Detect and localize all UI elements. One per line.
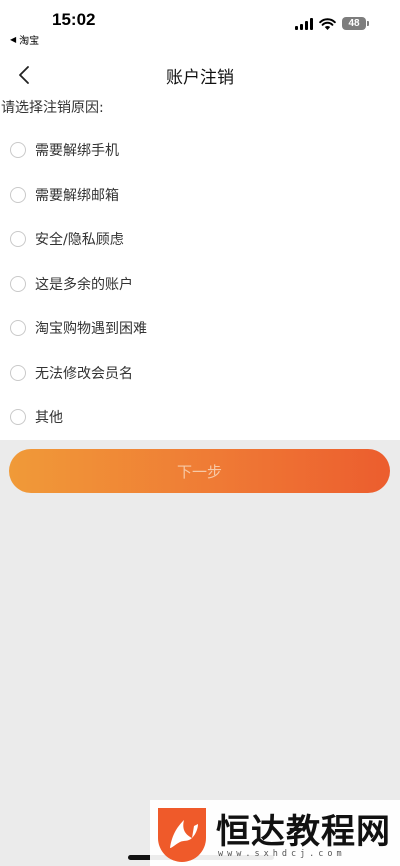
next-step-button[interactable]: 下一步: [9, 449, 390, 493]
battery-icon: 48: [342, 17, 369, 30]
watermark-url: www.sxhdcj.com: [218, 849, 346, 859]
radio-button[interactable]: [10, 275, 26, 292]
reason-option-shopping-difficulty[interactable]: 淘宝购物遇到困难: [0, 306, 400, 351]
radio-button[interactable]: [10, 142, 26, 159]
watermark-text: 恒达教程网: [216, 812, 391, 852]
reason-prompt: 请选择注销原因:: [1, 100, 104, 116]
reason-option-redundant-account[interactable]: 这是多余的账户: [0, 262, 400, 307]
option-label: 淘宝购物遇到困难: [35, 321, 147, 338]
option-label: 需要解绑邮箱: [35, 187, 119, 204]
watermark-logo-icon: [158, 808, 206, 862]
reason-option-privacy[interactable]: 安全/隐私顾虑: [0, 217, 400, 262]
radio-button[interactable]: [10, 409, 26, 426]
wifi-icon: [319, 17, 336, 30]
radio-button[interactable]: [10, 231, 26, 248]
back-app-label: 淘宝: [19, 36, 40, 47]
back-triangle-icon: ◀: [10, 35, 17, 44]
reason-option-cannot-rename[interactable]: 无法修改会员名: [0, 351, 400, 396]
option-label: 这是多余的账户: [35, 276, 133, 293]
page-title: 账户注销: [166, 68, 234, 88]
option-label: 需要解绑手机: [35, 143, 119, 160]
radio-button[interactable]: [10, 186, 26, 203]
watermark: 恒达教程网 www.sxhdcj.com: [150, 800, 400, 866]
status-icons: 48: [295, 17, 369, 30]
signal-icon: [295, 17, 313, 30]
reason-option-unbind-email[interactable]: 需要解绑邮箱: [0, 173, 400, 218]
back-to-app-link[interactable]: ◀ 淘宝: [10, 32, 39, 47]
reason-option-other[interactable]: 其他: [0, 395, 400, 440]
radio-button[interactable]: [10, 320, 26, 337]
status-time: 15:02: [52, 10, 96, 29]
option-label: 安全/隐私顾虑: [35, 232, 124, 249]
radio-button[interactable]: [10, 364, 26, 381]
reason-options: 需要解绑手机 需要解绑邮箱 安全/隐私顾虑 这是多余的账户 淘宝购物遇到困难 无…: [0, 128, 400, 440]
reason-option-unbind-phone[interactable]: 需要解绑手机: [0, 128, 400, 173]
option-label: 其他: [35, 410, 63, 427]
option-label: 无法修改会员名: [35, 365, 133, 382]
